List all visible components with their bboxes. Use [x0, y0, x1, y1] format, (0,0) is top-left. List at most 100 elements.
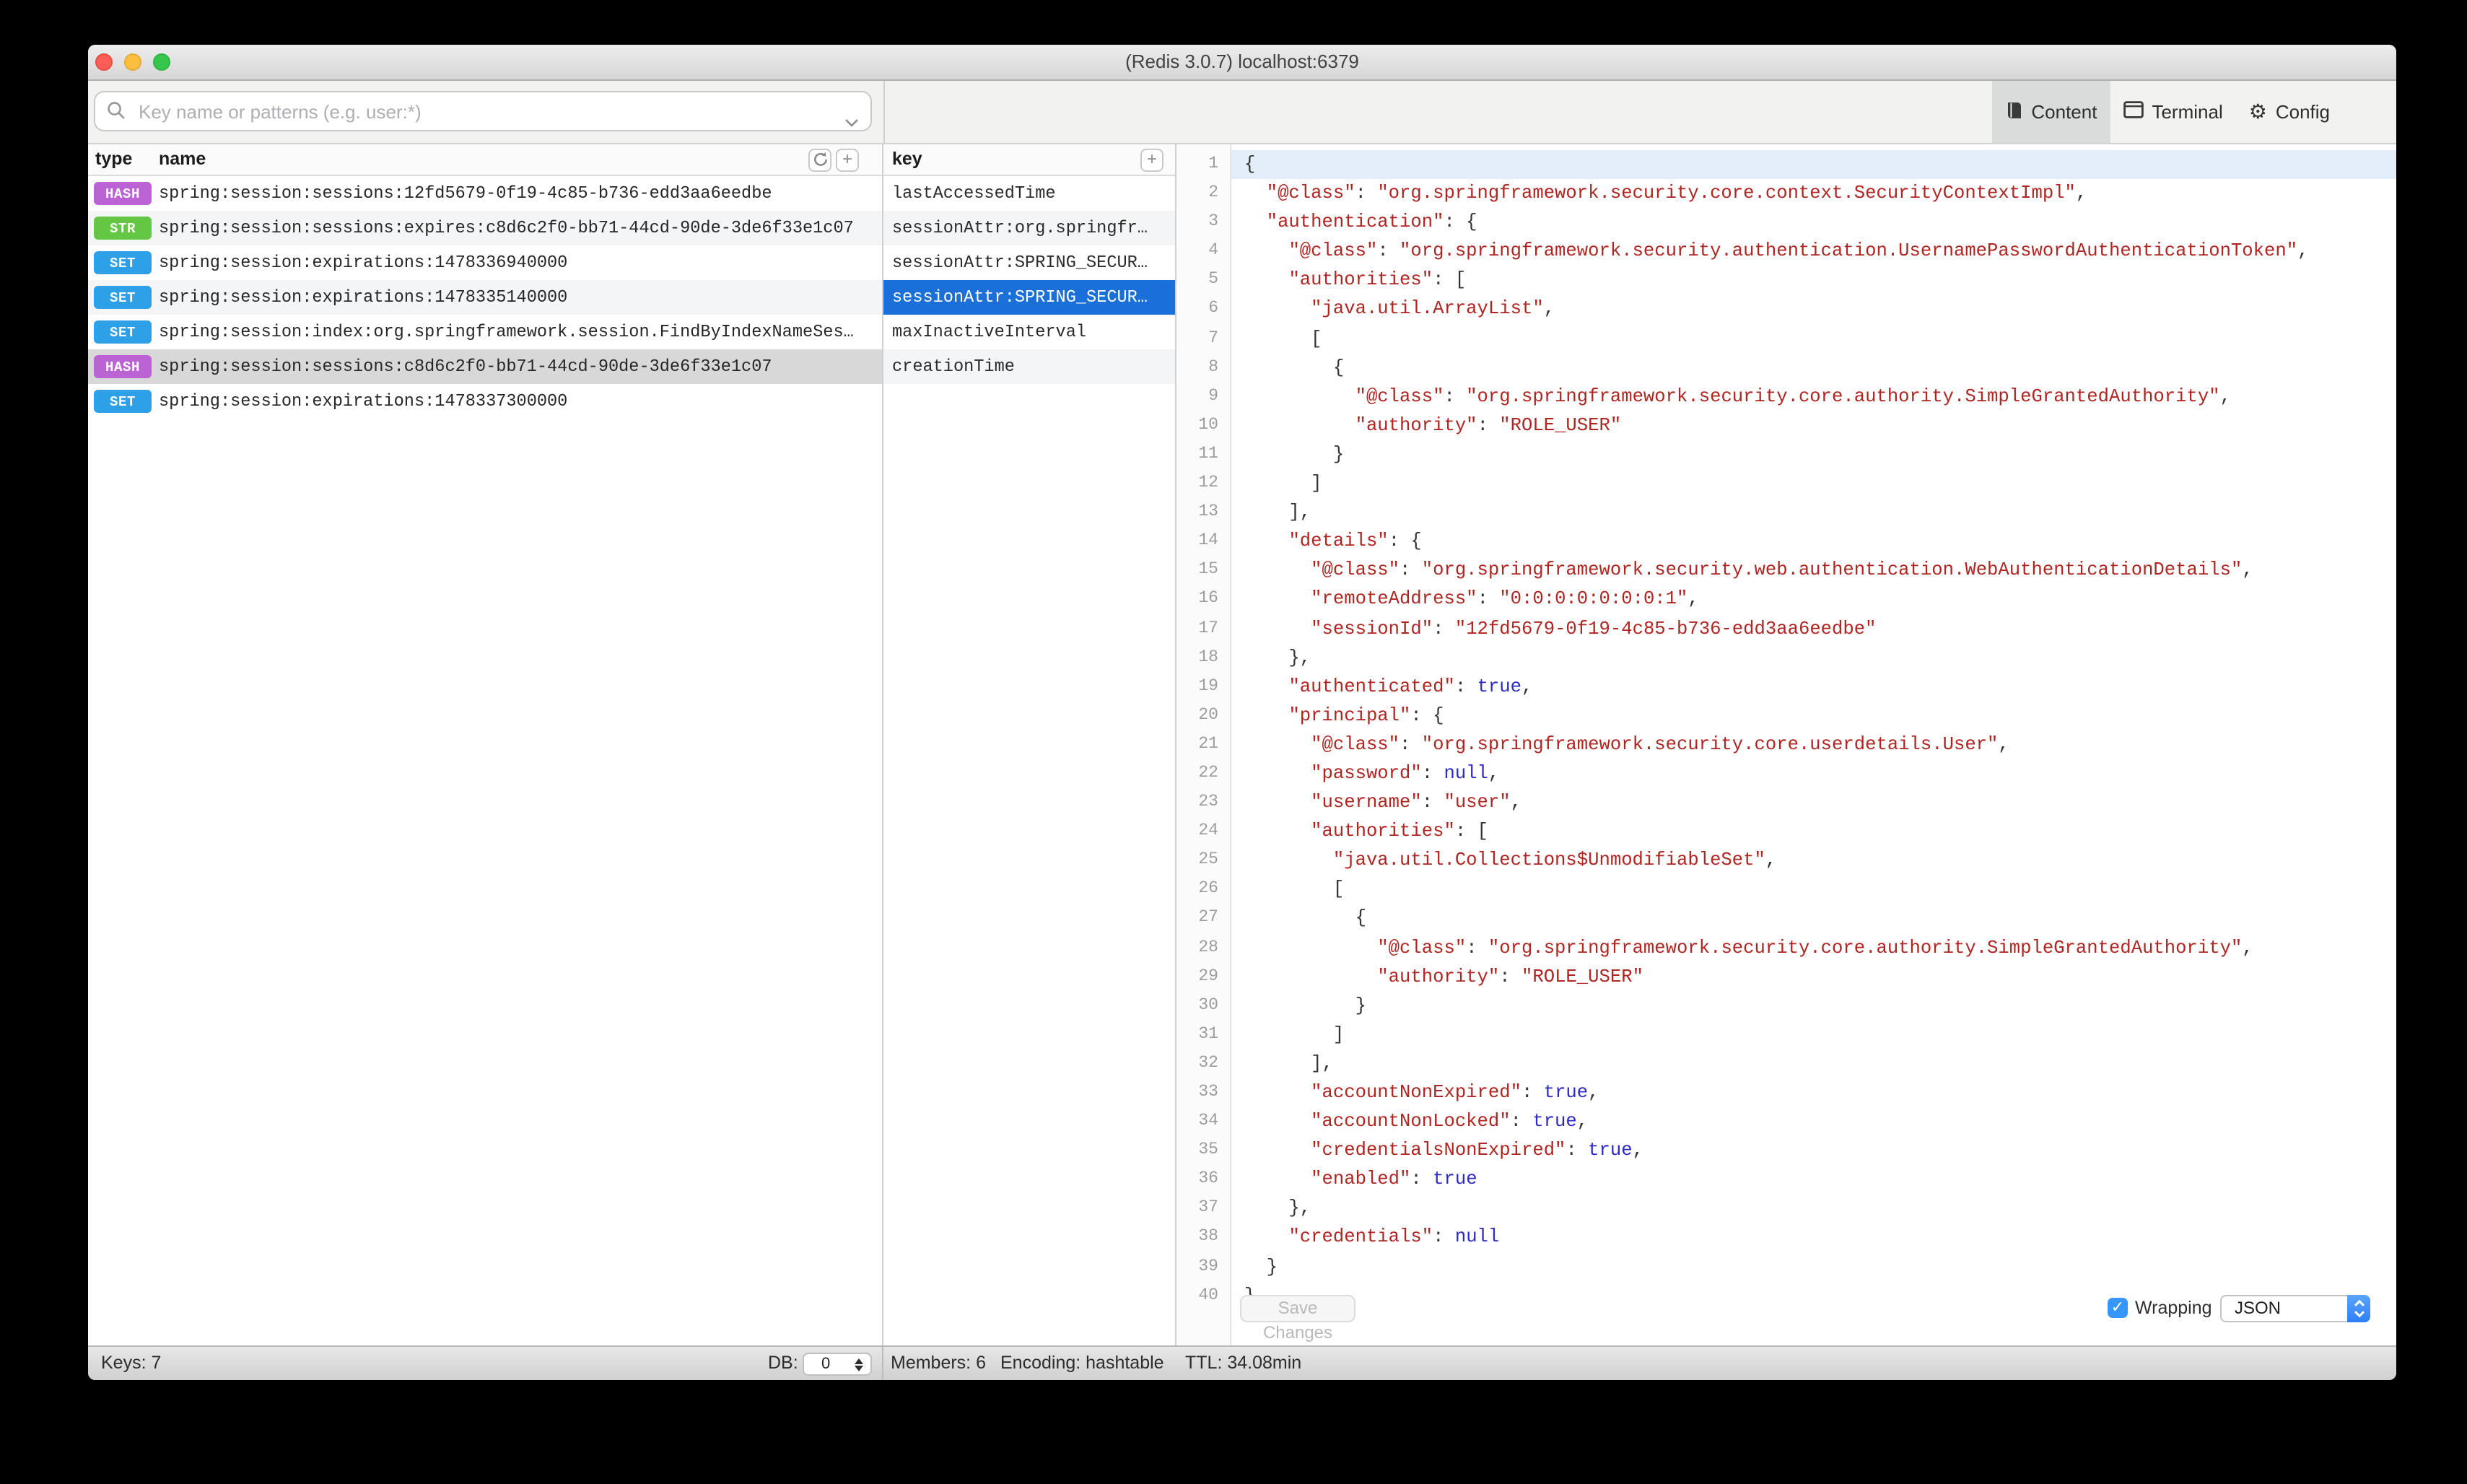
search-input[interactable]: [94, 91, 872, 131]
add-field-button[interactable]: +: [1140, 149, 1163, 172]
code-line: "details": {: [1288, 530, 1422, 552]
key-row[interactable]: SET spring:session:expirations:1478336940…: [88, 245, 882, 280]
column-key: key: [892, 149, 922, 169]
code-line: "remoteAddress": "0:0:0:0:0:0:0:1",: [1311, 588, 1699, 610]
code-line: "accountNonExpired": true,: [1311, 1081, 1599, 1103]
type-badge: STR: [94, 217, 152, 240]
app-window: (Redis 3.0.7) localhost:6379 Key name or…: [88, 45, 2396, 1380]
field-row[interactable]: sessionAttr:SPRING_SECUR…: [883, 280, 1175, 315]
key-row[interactable]: SET spring:session:index:org.springframew…: [88, 315, 882, 349]
key-row[interactable]: SET spring:session:expirations:1478337300…: [88, 384, 882, 419]
field-row[interactable]: creationTime: [883, 349, 1175, 384]
line-number: 29: [1198, 966, 1218, 986]
line-number: 9: [1208, 386, 1218, 406]
line-number: 26: [1198, 879, 1218, 899]
chevron-down-icon[interactable]: [844, 108, 859, 134]
line-number: 15: [1198, 560, 1218, 580]
code-line: "password": null,: [1311, 761, 1500, 784]
code-line: "enabled": true: [1311, 1168, 1477, 1190]
line-number: 31: [1198, 1024, 1218, 1044]
key-name: spring:session:sessions:12fd5679-0f19-4c…: [159, 183, 772, 204]
line-number: 30: [1198, 995, 1218, 1015]
line-number: 8: [1208, 357, 1218, 377]
line-number: 22: [1198, 763, 1218, 782]
key-list-panel: type name + HASH spring:session:sessions:…: [88, 144, 883, 1345]
db-select[interactable]: 0: [803, 1353, 872, 1376]
line-number: 5: [1208, 270, 1218, 289]
code-line: "@class": "org.springframework.security.…: [1311, 559, 2253, 581]
code-line: [: [1244, 878, 1345, 900]
code-line: ]: [1244, 472, 1322, 494]
panel-divider: [883, 81, 885, 143]
code-line: "@class": "org.springframework.security.…: [1266, 182, 2087, 204]
code-line: }: [1244, 994, 1366, 1016]
code-line: "authorities": [: [1288, 269, 1467, 291]
line-number: 40: [1198, 1286, 1218, 1305]
format-value: JSON: [2235, 1298, 2282, 1318]
field-list-panel: key + lastAccessedTime sessionAttr:org.sp…: [883, 144, 1176, 1345]
line-number: 25: [1198, 850, 1218, 870]
db-value: 0: [821, 1356, 831, 1373]
tab-terminal[interactable]: Terminal: [2110, 81, 2235, 143]
key-row[interactable]: HASH spring:session:sessions:c8d6c2f0-bb7…: [88, 349, 882, 384]
field-list: lastAccessedTime sessionAttr:org.springfr…: [883, 176, 1175, 384]
window-titlebar[interactable]: (Redis 3.0.7) localhost:6379: [88, 45, 2396, 81]
format-select[interactable]: JSON: [2220, 1295, 2370, 1322]
type-badge: HASH: [94, 182, 152, 205]
code-line: "@class": "org.springframework.security.…: [1288, 240, 2309, 262]
wrapping-checkbox[interactable]: ✓: [2108, 1298, 2128, 1318]
type-badge: SET: [94, 390, 152, 413]
wrapping-label: Wrapping: [2135, 1298, 2212, 1318]
tab-content[interactable]: Content: [1992, 81, 2110, 143]
key-row[interactable]: HASH spring:session:sessions:12fd5679-0f1…: [88, 176, 882, 211]
line-number: 36: [1198, 1169, 1218, 1189]
tab-label: Config: [2275, 101, 2330, 123]
line-number: 21: [1198, 734, 1218, 754]
line-number: 24: [1198, 821, 1218, 841]
line-number: 13: [1198, 502, 1218, 522]
db-label: DB:: [768, 1353, 798, 1373]
code-line: "java.util.ArrayList",: [1311, 297, 1555, 320]
add-key-button[interactable]: +: [836, 149, 859, 172]
zoom-button[interactable]: [153, 53, 170, 71]
type-badge: SET: [94, 286, 152, 309]
field-row[interactable]: sessionAttr:SPRING_SECUR…: [883, 245, 1175, 280]
line-number: 14: [1198, 531, 1218, 551]
line-number: 18: [1198, 647, 1218, 667]
code-line: "@class": "org.springframework.security.…: [1311, 733, 2009, 755]
code-line: "java.util.Collections$UnmodifiableSet",: [1332, 849, 1777, 871]
field-row[interactable]: lastAccessedTime: [883, 176, 1175, 211]
key-row[interactable]: STR spring:session:sessions:expires:c8d6c…: [88, 211, 882, 245]
key-name: spring:session:index:org.springframework…: [159, 322, 854, 342]
close-button[interactable]: [95, 53, 113, 71]
key-name: spring:session:sessions:c8d6c2f0-bb71-44…: [159, 357, 772, 377]
line-number: 10: [1198, 415, 1218, 435]
tab-label: Terminal: [2152, 101, 2223, 123]
save-changes-button[interactable]: Save Changes: [1240, 1295, 1355, 1343]
line-number: 2: [1208, 183, 1218, 203]
key-row[interactable]: SET spring:session:expirations:1478335140…: [88, 280, 882, 315]
code-line: "credentialsNonExpired": true,: [1311, 1139, 1643, 1161]
desktop-background: (Redis 3.0.7) localhost:6379 Key name or…: [0, 0, 2467, 1484]
line-number: 27: [1198, 908, 1218, 928]
main-area: type name + HASH spring:session:sessions:…: [88, 144, 2396, 1345]
line-number: 3: [1208, 212, 1218, 232]
line-number: 6: [1208, 299, 1218, 318]
key-list: HASH spring:session:sessions:12fd5679-0f1…: [88, 176, 882, 419]
terminal-icon: [2123, 101, 2144, 123]
json-editor[interactable]: { "@class": "org.springframework.securit…: [1231, 144, 2396, 1345]
window-title: (Redis 3.0.7) localhost:6379: [1125, 51, 1359, 72]
line-number: 37: [1198, 1198, 1218, 1218]
code-line: "@class": "org.springframework.security.…: [1355, 385, 2231, 407]
code-line: "@class": "org.springframework.security.…: [1377, 936, 2253, 959]
minimize-button[interactable]: [124, 53, 141, 71]
code-line: [: [1244, 327, 1322, 349]
field-row[interactable]: maxInactiveInterval: [883, 315, 1175, 349]
members-count: Members: 6: [891, 1353, 986, 1373]
field-row[interactable]: sessionAttr:org.springfr…: [883, 211, 1175, 245]
refresh-keys-button[interactable]: [808, 149, 831, 172]
tab-config[interactable]: ⚙ Config: [2236, 81, 2343, 143]
code-line: }: [1244, 1255, 1278, 1278]
code-line: "credentials": null: [1288, 1226, 1500, 1248]
type-badge: SET: [94, 251, 152, 274]
